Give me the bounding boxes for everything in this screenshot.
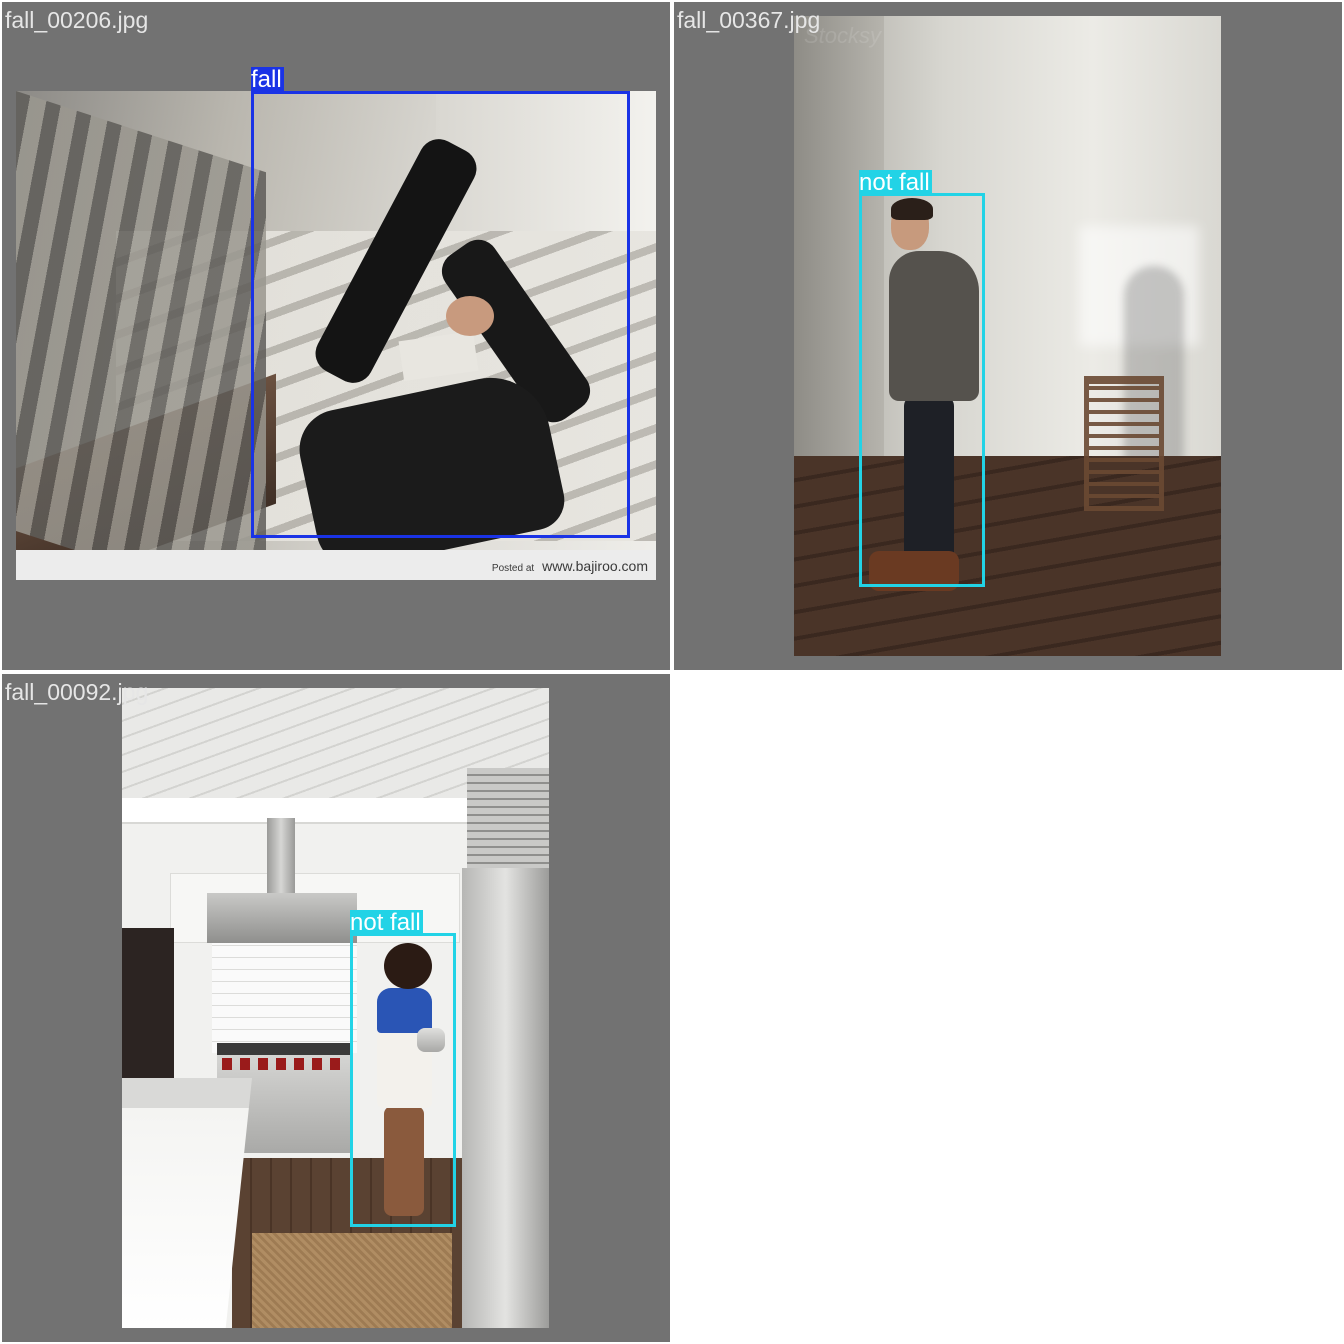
photo-range-hood (207, 893, 357, 943)
photo-range-knobs (222, 1058, 347, 1070)
detection-label: not fall (350, 909, 423, 936)
photo-hood-pipe (267, 818, 295, 898)
photo-watermark: Posted at www.bajiroo.com (492, 558, 648, 574)
detection-box (251, 91, 630, 538)
tile-filename: fall_00367.jpg (677, 7, 821, 33)
tile-filename: fall_00206.jpg (5, 7, 149, 33)
photo-door (122, 928, 174, 1078)
photo-fridge (462, 868, 549, 1328)
detection-label: not fall (859, 169, 932, 196)
tile-filename: fall_00092.jpg (5, 679, 149, 705)
photo-chair (1084, 376, 1164, 511)
photo-backsplash (212, 943, 357, 1053)
watermark-site: www.bajiroo.com (542, 558, 648, 574)
watermark-posted-at: Posted at (491, 563, 535, 574)
image-tile-fall-00092: fall_00092.jpg not fall (2, 674, 670, 1342)
detection-label: fall (251, 66, 284, 93)
photo-fridge-grille (467, 768, 549, 878)
photo-kitchen (122, 688, 549, 1328)
detection-box (859, 193, 985, 587)
image-tile-fall-00206: Posted at www.bajiroo.com fall_00206.jpg … (2, 2, 670, 670)
image-tile-fall-00367: Stocksy fall_00367.jpg not fall (674, 2, 1342, 670)
detection-box (350, 933, 456, 1227)
photo-banister (16, 91, 266, 580)
photo-rug (252, 1233, 452, 1328)
